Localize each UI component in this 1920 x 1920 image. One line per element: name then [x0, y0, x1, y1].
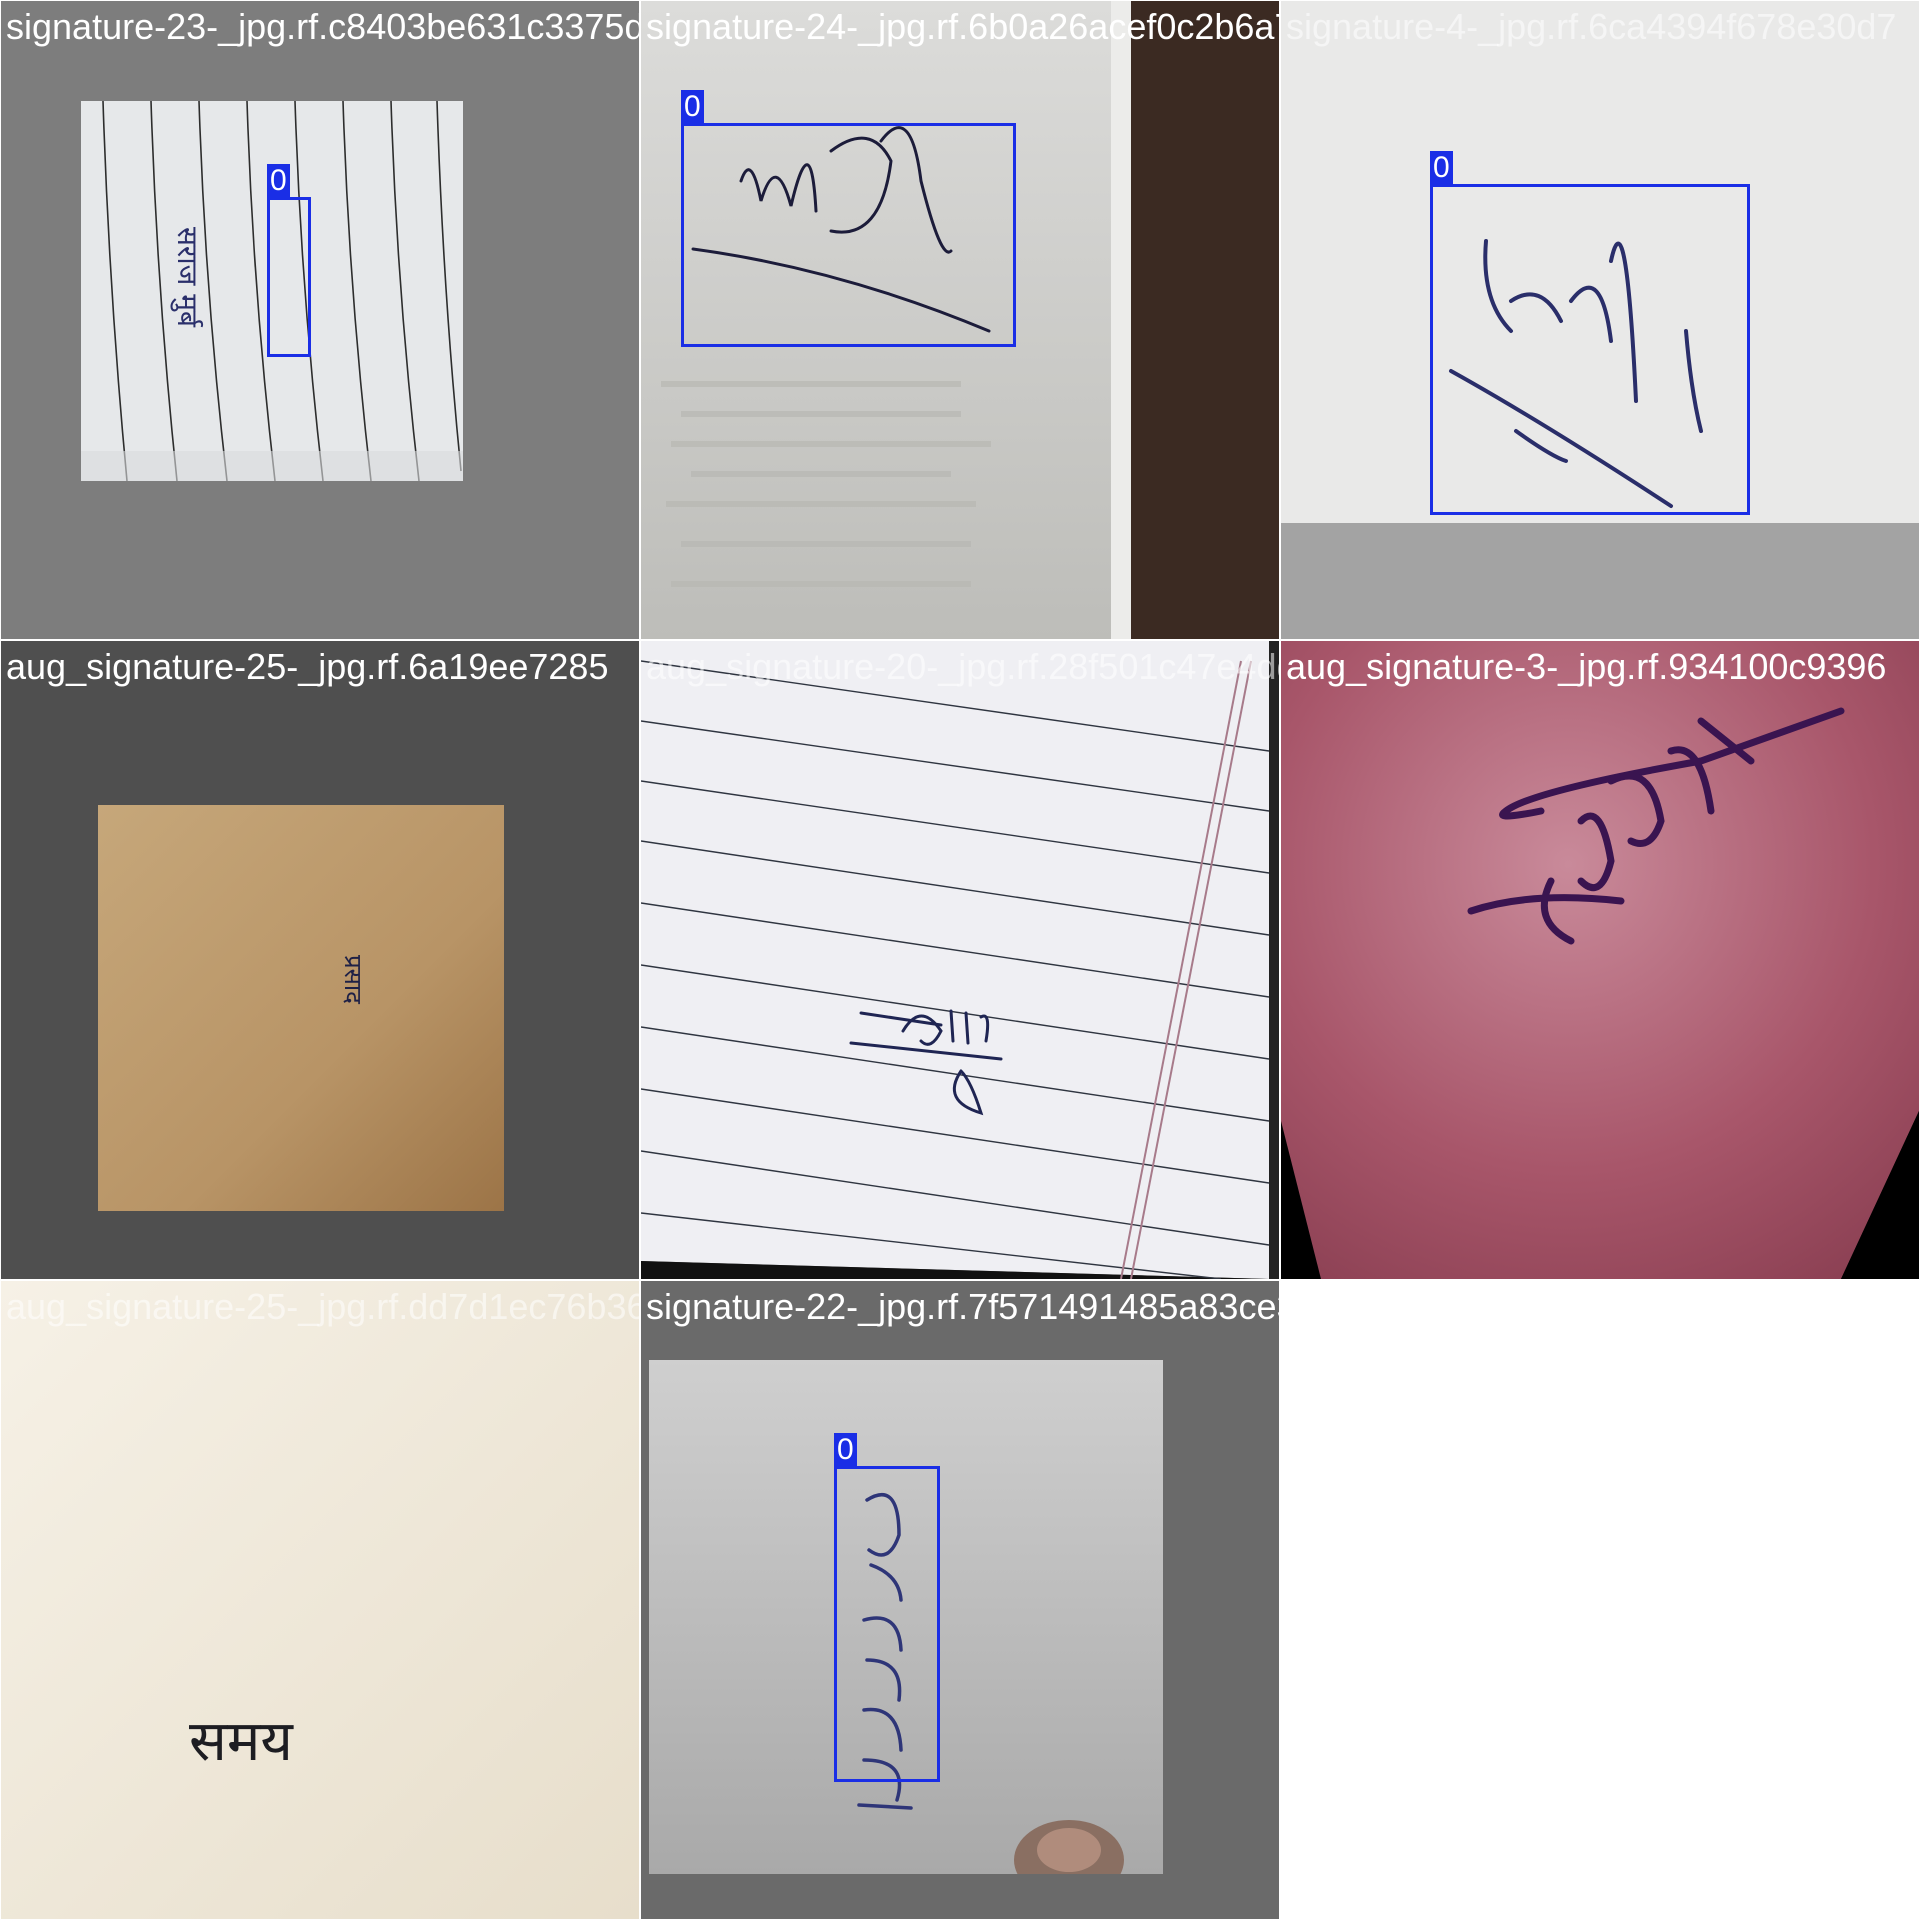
image-grid: सराज मुर्ब 0 signature-23-_jpg.rf.c8403b…	[0, 0, 1920, 1920]
signature-text: सराज मुर्ब	[171, 227, 204, 328]
detection-box	[1430, 184, 1750, 515]
tile-caption: signature-23-_jpg.rf.c8403be631c3375d49f	[6, 6, 639, 47]
detection-box	[834, 1466, 940, 1782]
detection-box	[681, 123, 1016, 347]
tile-4-photo: प्रसाद	[98, 805, 504, 1211]
tile-4: प्रसाद aug_signature-25-_jpg.rf.6a19ee72…	[1, 641, 639, 1279]
signature-text: समय	[189, 1709, 293, 1774]
tile-7-photo: समय	[1, 1281, 639, 1919]
tile-6: aug_signature-3-_jpg.rf.934100c9396	[1281, 641, 1919, 1279]
tile-5-photo	[641, 641, 1279, 1279]
detection-label: 0	[834, 1433, 857, 1467]
tile-3: 0 signature-4-_jpg.rf.6ca4394f678e30d7	[1281, 1, 1919, 639]
detection-label: 0	[1430, 151, 1453, 185]
detection-label: 0	[267, 164, 290, 198]
tile-7: समय aug_signature-25-_jpg.rf.dd7d1ec76b3…	[1, 1281, 639, 1919]
tile-6-photo	[1281, 641, 1919, 1279]
detection-label: 0	[681, 90, 704, 124]
tile-caption: aug_signature-25-_jpg.rf.6a19ee7285	[6, 646, 609, 687]
detection-box	[267, 197, 311, 357]
tile-1: सराज मुर्ब 0 signature-23-_jpg.rf.c8403b…	[1, 1, 639, 639]
signature-text: प्रसाद	[339, 955, 367, 1004]
tile-2: 0 signature-24-_jpg.rf.6b0a26acef0c2b6a7…	[641, 1, 1279, 639]
tile-5: aug_signature-20-_jpg.rf.28f501c47e4ddb	[641, 641, 1279, 1279]
tile-caption: signature-22-_jpg.rf.7f571491485a83ce3cf	[646, 1286, 1279, 1327]
tile-8: 0 signature-22-_jpg.rf.7f571491485a83ce3…	[641, 1281, 1279, 1919]
